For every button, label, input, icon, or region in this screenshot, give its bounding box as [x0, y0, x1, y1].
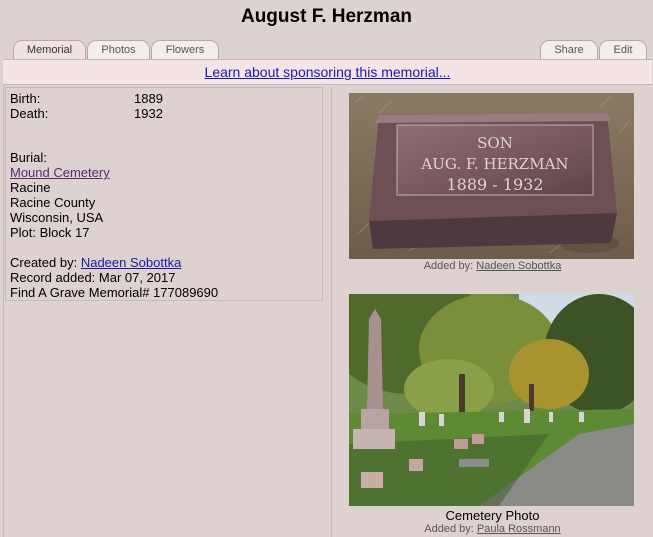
birth-value: 1889 [134, 91, 163, 106]
inscription-line3: 1889 - 1932 [446, 175, 543, 194]
cemetery-caption: Added by: Paula Rossmann [332, 523, 653, 535]
creator-link[interactable]: Nadeen Sobottka [81, 255, 181, 270]
tab-bar: Memorial Photos Flowers Share Edit [0, 40, 653, 60]
photo-column: SON AUG. F. HERZMAN 1889 - 1932 Added by… [331, 87, 653, 537]
cemetery-photo-title: Cemetery Photo [445, 508, 540, 523]
burial-county: Racine County [10, 195, 96, 210]
tab-share[interactable]: Share [540, 40, 598, 59]
tab-memorial[interactable]: Memorial [13, 40, 86, 60]
burial-state-country: Wisconsin, USA [10, 210, 104, 225]
cemetery-link[interactable]: Mound Cemetery [10, 165, 110, 180]
created-by: Created by: Nadeen Sobottka [10, 255, 181, 270]
memorial-info-box: Birth: 1889 Death: 1932 Burial: Mound Ce… [5, 87, 323, 301]
inscription-line2: AUG. F. HERZMAN [420, 155, 568, 173]
burial-city: Racine [10, 180, 51, 195]
inscription-line1: SON [477, 134, 513, 152]
cemetery-contributor-link[interactable]: Paula Rossmann [477, 523, 561, 535]
memorial-id: Find A Grave Memorial# 177089690 [10, 285, 219, 300]
record-added: Record added: Mar 07, 2017 [10, 270, 176, 285]
birth-label: Birth: [10, 91, 41, 106]
burial-plot: Plot: Block 17 [10, 225, 90, 240]
gravestone-image: SON AUG. F. HERZMAN 1889 - 1932 [349, 93, 634, 259]
cemetery-photo[interactable] [349, 294, 634, 506]
sponsor-banner: Learn about sponsoring this memorial... [3, 59, 652, 85]
burial-label: Burial: [10, 150, 47, 165]
cemetery-added-by-label: Added by: [424, 523, 474, 535]
gravestone-added-by-label: Added by: [423, 260, 474, 272]
gravestone-photo[interactable]: SON AUG. F. HERZMAN 1889 - 1932 [349, 93, 634, 259]
page-title: August F. Herzman [240, 6, 413, 27]
tab-photos[interactable]: Photos [87, 40, 150, 59]
cemetery-image [349, 294, 634, 506]
death-label: Death: [10, 106, 49, 121]
created-by-label: Created by: [10, 255, 78, 270]
death-value: 1932 [134, 106, 163, 121]
tab-flowers[interactable]: Flowers [151, 40, 219, 59]
gravestone-caption: Added by: Nadeen Sobottka [332, 260, 653, 272]
sponsor-link[interactable]: Learn about sponsoring this memorial... [205, 64, 451, 80]
tab-edit[interactable]: Edit [599, 40, 647, 59]
gravestone-contributor-link[interactable]: Nadeen Sobottka [476, 260, 561, 272]
